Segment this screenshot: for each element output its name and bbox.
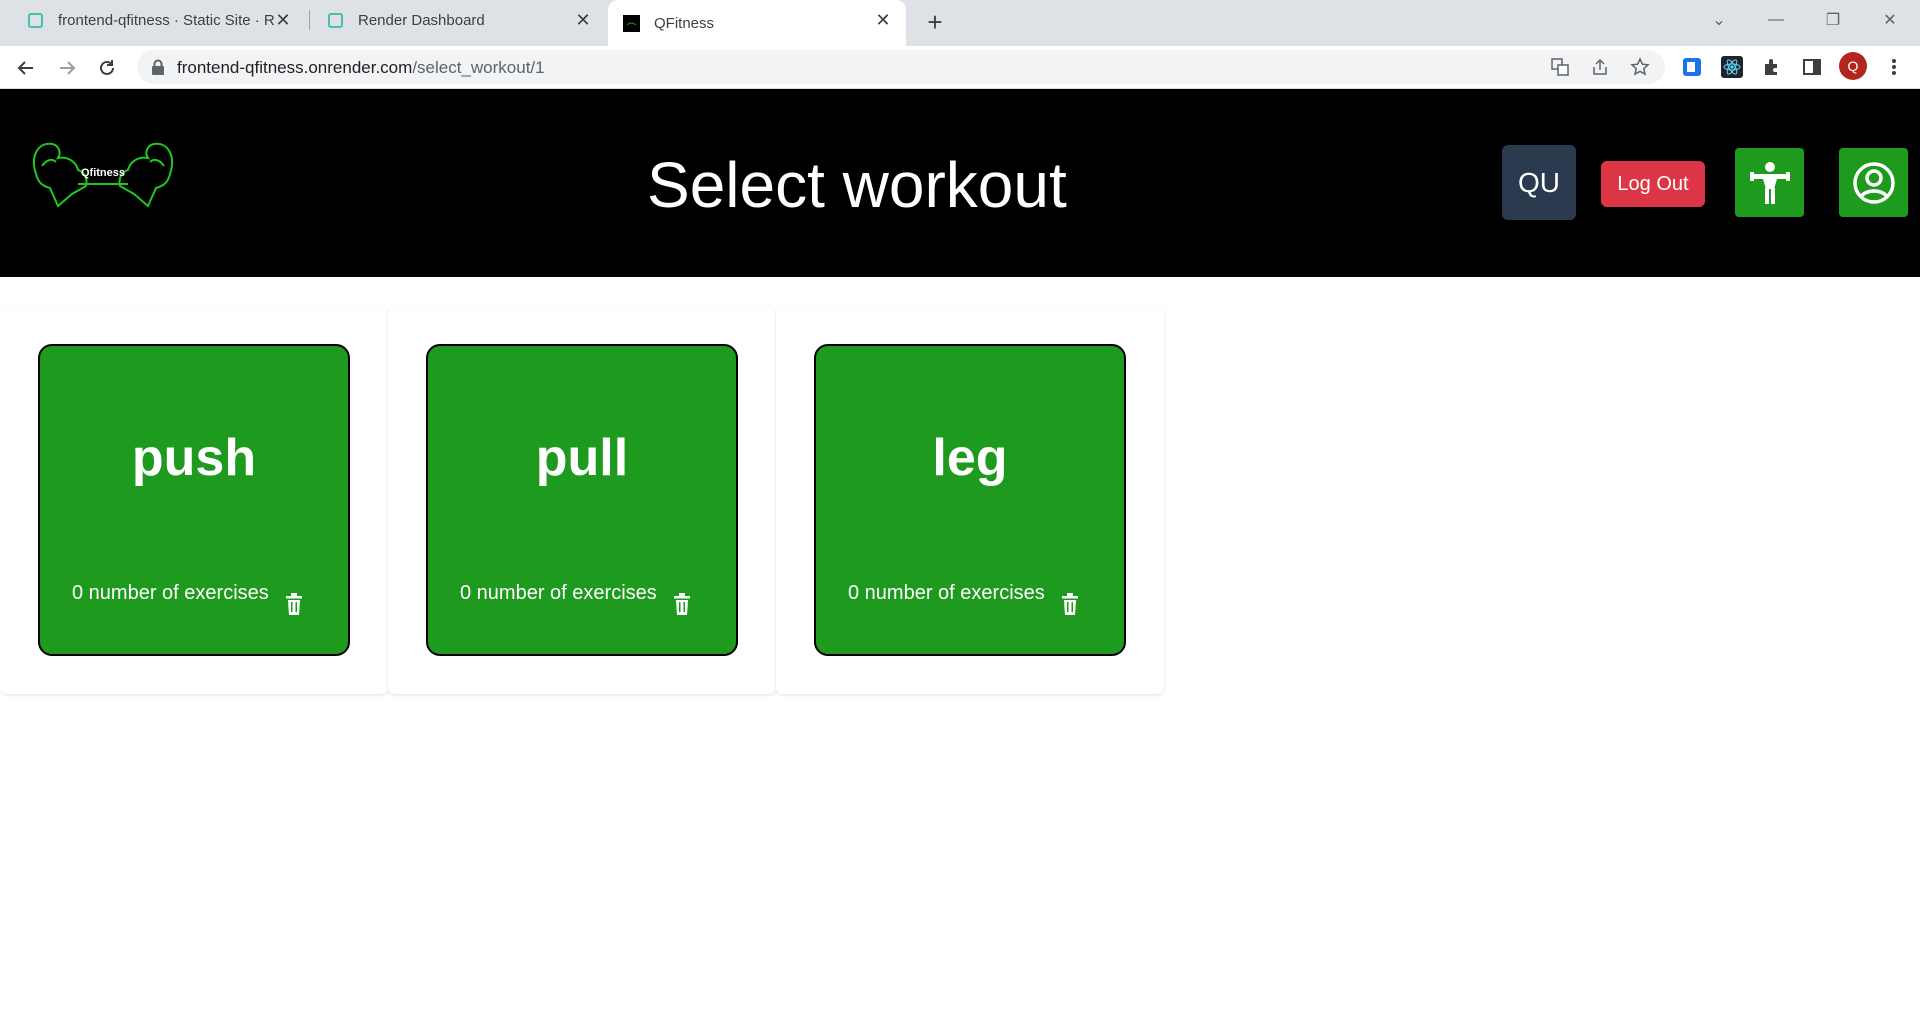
tab-search-icon[interactable]: ⌄ bbox=[1699, 6, 1739, 34]
logout-button[interactable]: Log Out bbox=[1601, 161, 1705, 207]
extensions-puzzle-icon[interactable] bbox=[1760, 55, 1784, 79]
forward-icon[interactable] bbox=[51, 52, 83, 84]
weightlifter-icon bbox=[1749, 161, 1790, 204]
profile-avatar[interactable]: Q bbox=[1839, 52, 1867, 80]
tab-close-icon[interactable]: ✕ bbox=[574, 10, 592, 30]
lock-icon[interactable] bbox=[151, 59, 165, 75]
profile-button[interactable] bbox=[1839, 148, 1908, 217]
side-panel-icon[interactable] bbox=[1800, 55, 1824, 79]
back-icon[interactable] bbox=[10, 52, 42, 84]
logo-text: Qfitness bbox=[81, 167, 125, 179]
share-icon[interactable] bbox=[1590, 57, 1610, 77]
new-tab-button[interactable]: + bbox=[921, 7, 949, 37]
tab-title: QFitness bbox=[654, 14, 715, 32]
tab-close-icon[interactable]: ✕ bbox=[274, 10, 292, 30]
url-text: frontend-qfitness.onrender.com/select_wo… bbox=[177, 58, 545, 78]
qfitness-logo[interactable]: Qfitness bbox=[28, 136, 178, 214]
browser-tab-bar: frontend-qfitness · Static Site · R ✕ Re… bbox=[0, 0, 1920, 46]
exercise-count: 0 number of exercises bbox=[848, 582, 1045, 604]
chrome-menu-icon[interactable] bbox=[1882, 55, 1906, 79]
workout-card-container: push 0 number of exercises bbox=[0, 308, 388, 694]
render-favicon-icon bbox=[328, 12, 343, 28]
restore-button[interactable]: ❐ bbox=[1813, 6, 1853, 34]
translate-icon[interactable] bbox=[1550, 57, 1570, 77]
tab-title: frontend-qfitness · Static Site · R bbox=[58, 11, 275, 29]
page-title-text: Select workout bbox=[647, 149, 1067, 221]
workout-card-pull[interactable]: pull 0 number of exercises bbox=[426, 344, 738, 656]
tab-qfitness[interactable]: QFitness ✕ bbox=[608, 0, 906, 46]
reload-icon[interactable] bbox=[91, 52, 123, 84]
workout-name: push bbox=[131, 429, 257, 487]
workout-card-container: pull 0 number of exercises bbox=[388, 308, 776, 694]
trash-icon[interactable] bbox=[673, 593, 691, 615]
workout-name: pull bbox=[535, 429, 629, 487]
qfitness-favicon-icon bbox=[623, 14, 640, 32]
react-devtools-icon[interactable] bbox=[1720, 55, 1744, 79]
tab-title: Render Dashboard bbox=[358, 11, 485, 29]
address-bar[interactable]: frontend-qfitness.onrender.com/select_wo… bbox=[137, 50, 1665, 84]
user-initials-badge[interactable]: QU bbox=[1502, 145, 1576, 220]
bookmark-star-icon[interactable] bbox=[1630, 57, 1650, 77]
workout-card-push[interactable]: push 0 number of exercises bbox=[38, 344, 350, 656]
render-favicon-icon bbox=[28, 12, 43, 28]
workouts-button[interactable] bbox=[1735, 148, 1804, 217]
url-path: /select_workout/1 bbox=[412, 58, 545, 77]
url-host: frontend-qfitness.onrender.com bbox=[177, 58, 413, 77]
extension-icon[interactable] bbox=[1680, 55, 1704, 79]
exercise-count: 0 number of exercises bbox=[72, 582, 269, 604]
user-circle-icon bbox=[1852, 161, 1895, 204]
trash-icon[interactable] bbox=[285, 593, 303, 615]
workout-card-leg[interactable]: leg 0 number of exercises bbox=[814, 344, 1126, 656]
close-window-button[interactable]: ✕ bbox=[1870, 6, 1910, 34]
tab-close-icon[interactable]: ✕ bbox=[874, 10, 892, 30]
trash-icon[interactable] bbox=[1061, 593, 1079, 615]
workout-name: leg bbox=[932, 429, 1008, 487]
tab-frontend-qfitness[interactable]: frontend-qfitness · Static Site · R ✕ bbox=[0, 0, 306, 40]
workout-card-container: leg 0 number of exercises bbox=[776, 308, 1164, 694]
minimize-button[interactable]: — bbox=[1756, 6, 1796, 34]
tab-render-dashboard[interactable]: Render Dashboard ✕ bbox=[300, 0, 606, 40]
exercise-count: 0 number of exercises bbox=[460, 582, 657, 604]
